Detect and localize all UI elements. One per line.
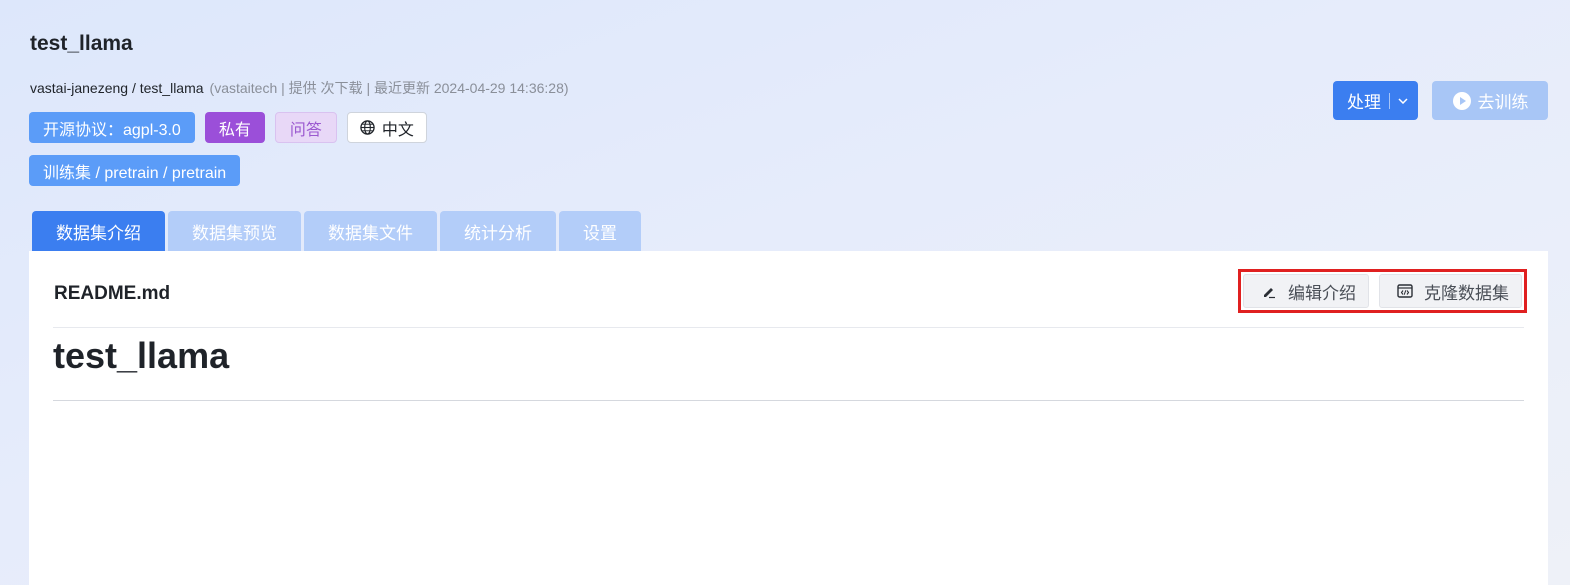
go-train-label: 去训练 (1477, 93, 1529, 112)
dataset-meta: (vastaitech | 提供 次下载 | 最近更新 2024-04-29 1… (209, 80, 569, 96)
process-divider (1389, 92, 1390, 109)
readme-actions-highlight: 编辑介绍 克隆数据集 (1238, 269, 1527, 313)
dataset-title: test_llama (30, 32, 133, 55)
language-label: 中文 (381, 121, 414, 139)
clone-dataset-label: 克隆数据集 (1424, 283, 1509, 303)
chevron-down-icon[interactable] (1398, 97, 1408, 104)
readme-heading: test_llama (53, 335, 230, 376)
code-window-icon (1397, 284, 1413, 298)
pen-icon (1264, 288, 1275, 299)
globe-icon (360, 120, 375, 135)
edit-intro-button[interactable]: 编辑介绍 (1243, 274, 1369, 308)
tab-settings[interactable]: 设置 (559, 211, 641, 251)
visibility-tag[interactable]: 私有 (204, 112, 265, 143)
clone-dataset-button[interactable]: 克隆数据集 (1379, 274, 1522, 308)
process-dropdown-button[interactable]: 处理 (1333, 81, 1418, 120)
readme-panel: README.md 编辑介绍 克隆数据集 test_llama (29, 251, 1548, 585)
task-tag[interactable]: 问答 (274, 112, 337, 143)
go-train-button[interactable]: 去训练 (1432, 81, 1548, 120)
tab-preview[interactable]: 数据集预览 (168, 211, 301, 251)
tab-files[interactable]: 数据集文件 (304, 211, 437, 251)
dataset-tabs: 数据集介绍 数据集预览 数据集文件 统计分析 设置 (32, 211, 641, 251)
dataset-path-line: vastai-janezeng / test_llama (vastaitech … (30, 78, 569, 98)
license-tag[interactable]: 开源协议：agpl-3.0 (29, 112, 195, 143)
header-divider (53, 327, 1524, 328)
dataset-path[interactable]: vastai-janezeng / test_llama (30, 80, 204, 96)
heading-divider (53, 400, 1524, 401)
process-label: 处理 (1347, 93, 1381, 112)
tab-statistics[interactable]: 统计分析 (440, 211, 556, 251)
trainset-tag[interactable]: 训练集 / pretrain / pretrain (29, 155, 241, 186)
edit-intro-label: 编辑介绍 (1288, 283, 1356, 303)
tag-row: 开源协议：agpl-3.0 私有 问答 中文 (29, 112, 427, 143)
language-tag[interactable]: 中文 (346, 112, 427, 143)
play-circle-icon (1452, 91, 1471, 110)
tab-intro[interactable]: 数据集介绍 (32, 211, 165, 251)
header-actions: 处理 去训练 (1333, 81, 1548, 120)
readme-filename: README.md (54, 283, 171, 304)
